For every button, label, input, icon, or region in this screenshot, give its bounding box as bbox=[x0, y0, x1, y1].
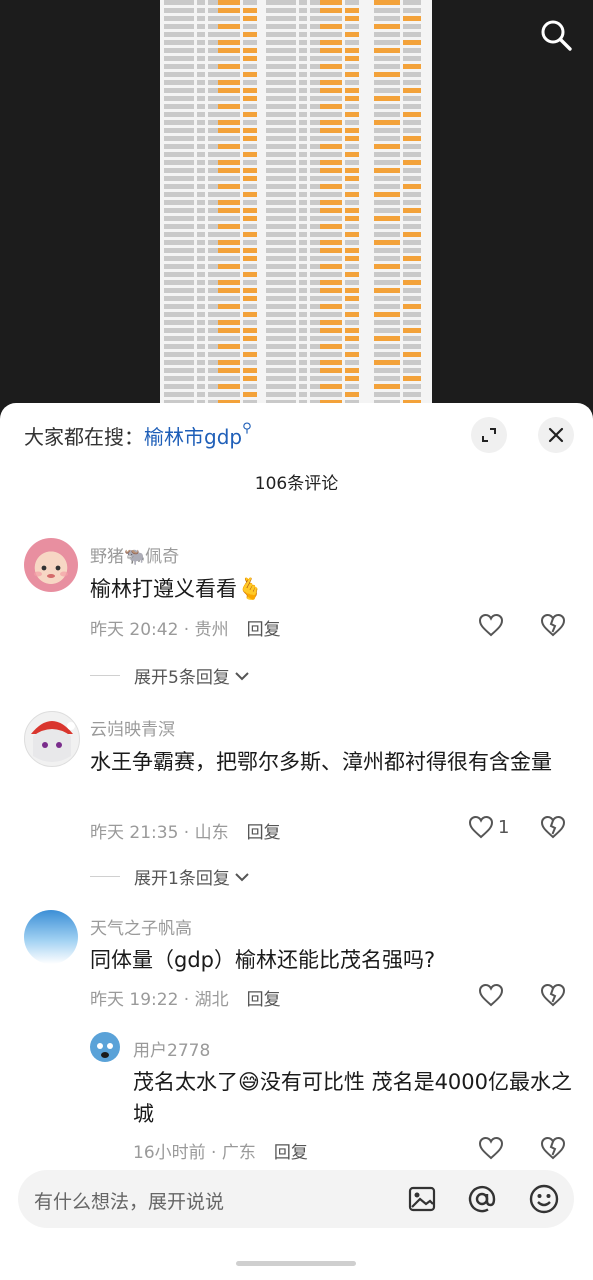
avatar[interactable] bbox=[90, 1032, 120, 1062]
reply-button[interactable]: 回复 bbox=[274, 1143, 308, 1163]
mention-icon[interactable] bbox=[466, 1183, 498, 1215]
heart-icon bbox=[478, 1136, 504, 1160]
like-button[interactable] bbox=[478, 613, 504, 637]
like-button[interactable] bbox=[478, 1136, 504, 1160]
comment-count: 106条评论 bbox=[254, 474, 339, 494]
chevron-down-icon bbox=[235, 671, 249, 680]
comment-panel: 大家都在搜：榆林市gdp⚲ 106条评论 野猪🐃佩奇 榆林打遵义看看🫰 昨天 2… bbox=[0, 403, 593, 1280]
reply-text: 茂名太水了😅没有可比性 茂名是4000亿最水之城 bbox=[133, 1070, 573, 1126]
expand-replies[interactable]: 展开1条回复 bbox=[90, 864, 250, 889]
broken-heart-icon bbox=[540, 815, 566, 839]
dislike-button[interactable] bbox=[540, 613, 566, 637]
search-icon: ⚲ bbox=[242, 421, 252, 436]
comment-time: 昨天 20:42 · 贵州 bbox=[90, 620, 229, 640]
close-button[interactable] bbox=[538, 417, 574, 453]
dislike-button[interactable] bbox=[540, 1136, 566, 1160]
reply-button[interactable]: 回复 bbox=[247, 990, 281, 1010]
like-count: 1 bbox=[498, 816, 510, 838]
expand-icon bbox=[482, 428, 496, 442]
expand-button[interactable] bbox=[471, 417, 507, 453]
dislike-button[interactable] bbox=[540, 815, 566, 839]
comment-meta: 昨天 21:35 · 山东 回复 bbox=[90, 818, 281, 843]
video-preview[interactable] bbox=[0, 0, 593, 420]
avatar[interactable] bbox=[24, 538, 78, 592]
heart-icon bbox=[478, 983, 504, 1007]
comment-meta: 昨天 19:22 · 湖北 回复 bbox=[90, 985, 281, 1010]
close-icon bbox=[548, 427, 564, 443]
like-button[interactable]: 1 bbox=[468, 815, 509, 839]
divider bbox=[90, 876, 120, 877]
like-button[interactable] bbox=[478, 983, 504, 1007]
comment-input-bar[interactable]: 有什么想法，展开说说 bbox=[18, 1170, 574, 1228]
chevron-down-icon bbox=[235, 872, 249, 881]
trending-search-prefix: 大家都在搜： bbox=[24, 425, 144, 449]
reply-button[interactable]: 回复 bbox=[247, 620, 281, 640]
expand-replies-label: 展开1条回复 bbox=[134, 869, 230, 889]
spreadsheet-image bbox=[160, 0, 432, 410]
comment-input[interactable]: 有什么想法，展开说说 bbox=[34, 1187, 224, 1214]
home-indicator[interactable] bbox=[236, 1261, 356, 1266]
comment-time: 昨天 21:35 · 山东 bbox=[90, 823, 229, 843]
avatar[interactable] bbox=[24, 711, 80, 767]
expand-replies[interactable]: 展开5条回复 bbox=[90, 663, 250, 688]
expand-replies-label: 展开5条回复 bbox=[134, 668, 230, 688]
comment-meta: 昨天 20:42 · 贵州 回复 bbox=[90, 615, 281, 640]
reply-username[interactable]: 用户2778 bbox=[133, 1036, 210, 1061]
reply-time: 16小时前 · 广东 bbox=[133, 1143, 256, 1163]
trending-search-keyword[interactable]: 榆林市gdp bbox=[144, 425, 242, 449]
comment-username[interactable]: 野猪🐃佩奇 bbox=[90, 542, 179, 567]
comment-username[interactable]: 云岿映青溟 bbox=[90, 715, 175, 740]
avatar[interactable] bbox=[24, 910, 78, 964]
emoji-icon[interactable] bbox=[528, 1183, 560, 1215]
comment-text: 榆林打遵义看看🫰 bbox=[90, 577, 264, 601]
search-icon[interactable] bbox=[539, 18, 573, 52]
broken-heart-icon bbox=[540, 1136, 566, 1160]
dislike-button[interactable] bbox=[540, 983, 566, 1007]
divider bbox=[90, 675, 120, 676]
image-icon[interactable] bbox=[406, 1183, 438, 1215]
broken-heart-icon bbox=[540, 613, 566, 637]
heart-icon bbox=[478, 613, 504, 637]
heart-icon bbox=[468, 815, 494, 839]
reply-meta: 16小时前 · 广东 回复 bbox=[133, 1138, 308, 1163]
comment-text: 同体量（gdp）榆林还能比茂名强吗? bbox=[90, 948, 436, 972]
comment-username[interactable]: 天气之子帆高 bbox=[90, 914, 192, 939]
trending-search[interactable]: 大家都在搜：榆林市gdp⚲ bbox=[24, 421, 252, 450]
comment-text: 水王争霸赛，把鄂尔多斯、漳州都衬得很有含金量 bbox=[90, 750, 552, 774]
broken-heart-icon bbox=[540, 983, 566, 1007]
reply-button[interactable]: 回复 bbox=[247, 823, 281, 843]
comment-time: 昨天 19:22 · 湖北 bbox=[90, 990, 229, 1010]
